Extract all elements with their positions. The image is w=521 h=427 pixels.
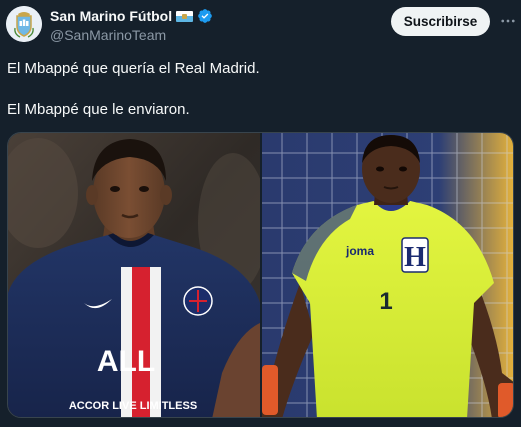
keeper-jersey-brand: joma (345, 244, 374, 258)
post-photo-left[interactable]: ALL ACCOR LIVE LIMITLESS (8, 133, 260, 417)
post-text-line-2: El Mbappé que le enviaron. (7, 101, 190, 118)
post-text-line-1: El Mbappé que quería el Real Madrid. (7, 60, 260, 77)
keeper-jersey-number: 1 (379, 288, 392, 315)
verified-badge-icon (198, 9, 212, 23)
display-name[interactable]: San Marino Fútbol (50, 8, 172, 24)
jersey-sponsor-text: ACCOR LIVE LIMITLESS (69, 400, 197, 412)
account-handle[interactable]: @SanMarinoTeam (50, 27, 166, 43)
san-marino-crest-icon (6, 6, 42, 42)
avatar[interactable] (6, 6, 42, 42)
tweet-card: San Marino Fútbol @SanMarinoTeam Suscrib… (0, 0, 521, 427)
subscribe-button[interactable]: Suscribirse (391, 7, 490, 36)
post-media-grid[interactable]: ALL ACCOR LIVE LIMITLESS joma H 1 (7, 132, 514, 418)
more-options-icon[interactable] (498, 11, 518, 31)
san-marino-flag-icon (176, 10, 194, 22)
account-name-row: San Marino Fútbol (50, 7, 213, 25)
keeper-jersey-letter: H (404, 242, 426, 273)
post-photo-right[interactable]: joma H 1 (262, 133, 513, 417)
jersey-brand-mark: ALL (97, 345, 155, 378)
